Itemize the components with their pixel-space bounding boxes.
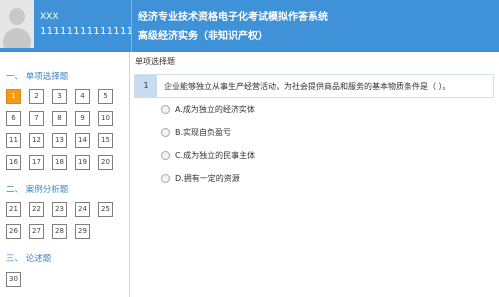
question-nav-button[interactable]: 3 <box>52 89 67 104</box>
question-nav-button[interactable]: 2 <box>29 89 44 104</box>
question-nav-button[interactable]: 30 <box>6 272 21 287</box>
question-nav-button[interactable]: 26 <box>6 224 21 239</box>
radio-button[interactable] <box>161 105 170 114</box>
question-nav-button[interactable]: 24 <box>75 202 90 217</box>
question-nav-button[interactable]: 25 <box>98 202 113 217</box>
question-nav-button[interactable]: 13 <box>52 133 67 148</box>
question-nav-button[interactable]: 29 <box>75 224 90 239</box>
section-title-case-analysis: 二、 案例分析题 <box>6 185 69 195</box>
question-nav-button[interactable]: 28 <box>52 224 67 239</box>
question-nav-button[interactable]: 22 <box>29 202 44 217</box>
radio-button[interactable] <box>161 128 170 137</box>
question-panel: 单项选择题 1 企业能够独立从事生产经营活动，为社会提供商品和服务的基本物质条件… <box>131 52 499 297</box>
question-type-label: 单项选择题 <box>135 57 175 66</box>
question-nav-button[interactable]: 6 <box>6 111 21 126</box>
option-label: B.实现自负盈亏 <box>175 128 232 137</box>
avatar <box>0 0 34 48</box>
question-nav-button[interactable]: 12 <box>29 133 44 148</box>
option-label: D.拥有一定的资源 <box>175 174 240 183</box>
app-title: 经济专业技术资格电子化考试模拟作答系统 <box>138 12 328 23</box>
section-title-single-choice: 一、 单项选择题 <box>6 72 69 82</box>
question-nav-button[interactable]: 5 <box>98 89 113 104</box>
user-name: XXX <box>40 12 59 22</box>
question-nav-button[interactable]: 1 <box>6 89 21 104</box>
question-nav-button[interactable]: 16 <box>6 155 21 170</box>
question-nav-button[interactable]: 10 <box>98 111 113 126</box>
exam-subtitle: 高级经济实务（非知识产权） <box>138 31 268 42</box>
option-label: C.成为独立的民事主体 <box>175 151 256 160</box>
question-nav-button[interactable]: 20 <box>98 155 113 170</box>
header-divider <box>131 0 132 52</box>
question-nav-button[interactable]: 9 <box>75 111 90 126</box>
question-nav-button[interactable]: 17 <box>29 155 44 170</box>
avatar-body-shape <box>3 28 31 48</box>
option-label: A.成为独立的经济实体 <box>175 105 255 114</box>
question-text: 企业能够独立从事生产经营活动，为社会提供商品和服务的基本物质条件是（ ）。 <box>164 82 451 91</box>
question-nav-button[interactable]: 7 <box>29 111 44 126</box>
question-row: 1 企业能够独立从事生产经营活动，为社会提供商品和服务的基本物质条件是（ ）。 <box>134 74 494 98</box>
question-nav-button[interactable]: 18 <box>52 155 67 170</box>
question-nav-button[interactable]: 8 <box>52 111 67 126</box>
question-navigator: 一、 单项选择题 二、 案例分析题 三、 论述题 1 2 3 4 5 6 7 8 9 10 11 12… <box>0 52 130 297</box>
question-nav-button[interactable]: 27 <box>29 224 44 239</box>
radio-button[interactable] <box>161 174 170 183</box>
question-nav-button[interactable]: 15 <box>98 133 113 148</box>
question-nav-button[interactable]: 19 <box>75 155 90 170</box>
question-number: 1 <box>135 75 157 97</box>
header-bar: XXX 11111111111111 经济专业技术资格电子化考试模拟作答系统 高… <box>0 0 499 52</box>
question-nav-button[interactable]: 21 <box>6 202 21 217</box>
section-title-essay: 三、 论述题 <box>6 254 52 264</box>
question-nav-button[interactable]: 23 <box>52 202 67 217</box>
user-id: 11111111111111 <box>40 26 134 37</box>
avatar-head-shape <box>9 8 25 25</box>
question-nav-button[interactable]: 4 <box>75 89 90 104</box>
question-nav-button[interactable]: 14 <box>75 133 90 148</box>
radio-button[interactable] <box>161 151 170 160</box>
question-nav-button[interactable]: 11 <box>6 133 21 148</box>
